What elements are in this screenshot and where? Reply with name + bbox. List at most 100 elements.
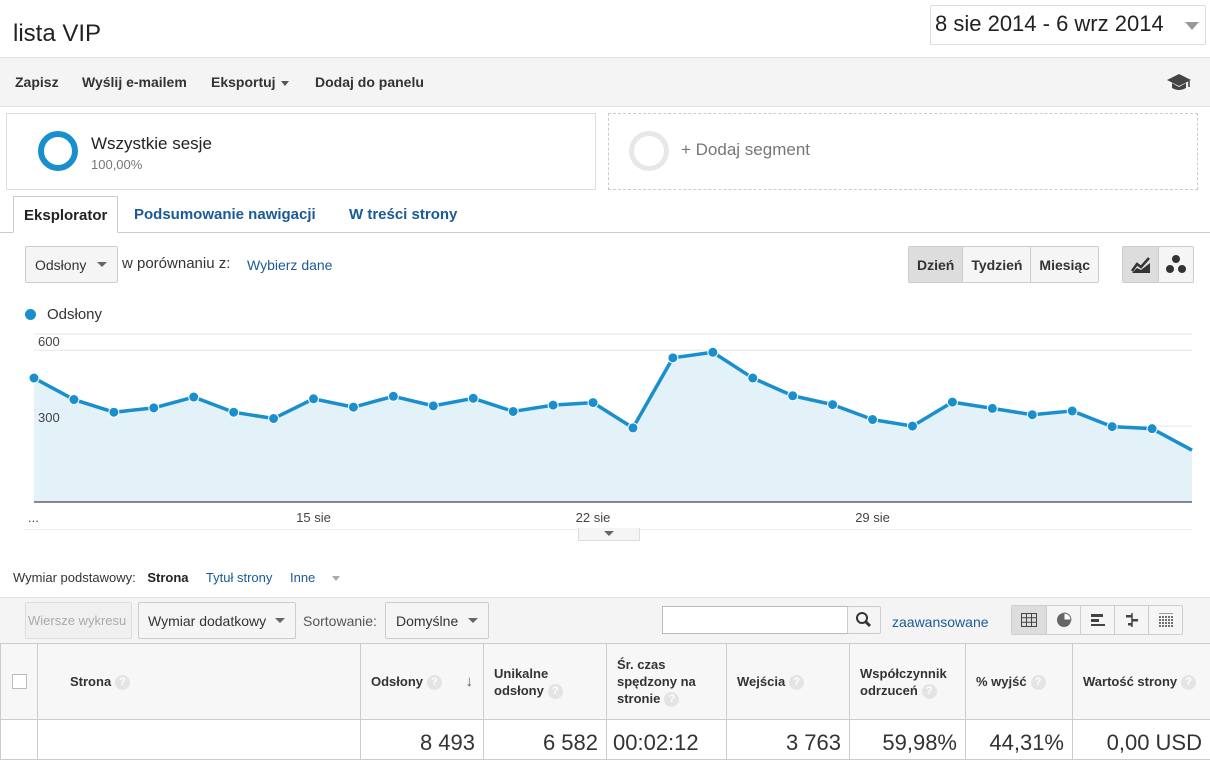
tab-navigation-summary[interactable]: Podsumowanie nawigacji [124, 196, 326, 233]
chevron-down-icon [275, 618, 285, 623]
column-header-entrances[interactable]: Wejścia? [727, 644, 850, 720]
chevron-down-icon [1185, 22, 1199, 30]
search-button[interactable] [847, 606, 881, 634]
dimension-other[interactable]: Inne [290, 570, 354, 585]
export-label: Eksportuj [211, 74, 276, 90]
date-range-picker[interactable]: 8 sie 2014 - 6 wrz 2014 [930, 5, 1206, 45]
period-month-button[interactable]: Miesiąc [1030, 247, 1098, 282]
column-header-page[interactable]: Strona? [38, 644, 361, 720]
dimension-other-label: Inne [290, 570, 315, 585]
data-point [109, 407, 119, 417]
sort-select[interactable]: Domyślne [385, 602, 489, 639]
data-point [588, 398, 598, 408]
data-point [388, 391, 398, 401]
column-header-label: Strona [70, 674, 111, 689]
period-day-button[interactable]: Dzień [909, 247, 962, 282]
chevron-down-icon [97, 262, 107, 267]
column-header-avg-time[interactable]: Śr. czas spędzony na stronie? [607, 644, 727, 720]
comparison-view-icon[interactable] [1114, 606, 1148, 634]
column-header-pageviews[interactable]: Odsłony? ↓ [361, 644, 484, 720]
report-tabs: Eksplorator Podsumowanie nawigacji W tre… [0, 196, 1210, 233]
add-segment-label: + Dodaj segment [681, 140, 810, 160]
period-week-button[interactable]: Tydzień [962, 247, 1030, 282]
data-point [1107, 422, 1117, 432]
data-point [548, 400, 558, 410]
pivot-view-icon[interactable] [1148, 606, 1182, 634]
data-point [348, 402, 358, 412]
compare-label: w porównaniu z: [122, 255, 230, 272]
sort-descending-icon[interactable]: ↓ [466, 673, 474, 690]
choose-data-link[interactable]: Wybierz dane [247, 257, 332, 273]
help-icon[interactable]: ? [115, 675, 130, 690]
grid-view-icon[interactable] [1012, 606, 1046, 634]
column-header-label: Wejścia [737, 674, 785, 689]
line-chart-icon[interactable] [1123, 247, 1158, 282]
help-icon[interactable]: ? [922, 684, 937, 699]
export-button[interactable]: Eksportuj [211, 74, 289, 90]
column-header-label: % wyjść [976, 674, 1027, 689]
secondary-dimension-label: Wymiar dodatkowy [148, 613, 266, 629]
column-header-label: Unikalne odsłony [494, 666, 548, 698]
column-header-bounce-rate[interactable]: Współczynnik odrzuceń? [850, 644, 966, 720]
dimension-page-title[interactable]: Tytuł strony [206, 570, 272, 585]
chevron-down-icon [332, 576, 340, 581]
segment-percentage: 100,00% [91, 157, 142, 172]
help-icon[interactable]: ? [548, 684, 563, 699]
column-header-label: Wartość strony [1083, 674, 1177, 689]
add-to-dashboard-button[interactable]: Dodaj do panelu [315, 74, 424, 90]
select-all-cell [1, 644, 38, 720]
search-icon [848, 607, 880, 633]
x-tick-label: 15 sie [296, 510, 331, 525]
x-tick-label: ... [28, 510, 39, 525]
plot-rows-button[interactable]: Wiersze wykresu [25, 602, 132, 639]
metric-select[interactable]: Odsłony [25, 246, 118, 283]
help-icon[interactable]: ? [1181, 675, 1196, 690]
pie-view-icon[interactable] [1046, 606, 1080, 634]
data-point [1027, 410, 1037, 420]
x-tick-label: 22 sie [576, 510, 611, 525]
advanced-filter-link[interactable]: zaawansowane [892, 614, 989, 630]
x-tick-label: 29 sie [855, 510, 890, 525]
help-icon[interactable]: ? [664, 692, 679, 707]
column-header-unique-pageviews[interactable]: Unikalne odsłony? [484, 644, 607, 720]
column-header-label: Odsłony [371, 674, 423, 689]
sort-select-label: Domyślne [396, 613, 458, 629]
data-point [269, 414, 279, 424]
add-segment-button[interactable]: + Dodaj segment [608, 113, 1198, 190]
help-icon[interactable]: ? [789, 675, 804, 690]
motion-chart-icon[interactable] [1158, 247, 1193, 282]
bar-view-icon[interactable] [1080, 606, 1114, 634]
totals-checkbox-cell [1, 720, 38, 760]
data-point [868, 415, 878, 425]
data-point [708, 347, 718, 357]
data-point [1147, 424, 1157, 434]
column-header-exit-pct[interactable]: % wyjść? [966, 644, 1073, 720]
table-toolbar: Wiersze wykresu Wymiar dodatkowy Sortowa… [0, 597, 1210, 643]
chart-type-toggle [1122, 246, 1194, 283]
dimension-page[interactable]: Strona [147, 570, 188, 585]
help-icon[interactable]: ? [1031, 675, 1046, 690]
data-point [1067, 406, 1077, 416]
report-toolbar: Zapisz Wyślij e-mailem Eksportuj Dodaj d… [0, 57, 1210, 107]
select-all-checkbox[interactable] [12, 674, 27, 689]
segment-all-sessions[interactable]: Wszystkie sesje 100,00% [6, 113, 596, 190]
totals-cell: 8 493 [361, 720, 484, 760]
table-totals-row: 8 493 6 582 00:02:12 3 763 59,98% 44,31%… [1, 720, 1210, 760]
chart-collapse-toggle[interactable] [578, 528, 640, 541]
tab-in-page[interactable]: W treści strony [339, 196, 467, 233]
y-tick-label: 300 [38, 410, 60, 425]
column-header-page-value[interactable]: Wartość strony? [1073, 644, 1210, 720]
secondary-dimension-select[interactable]: Wymiar dodatkowy [138, 602, 296, 639]
totals-cell: 44,31% [966, 720, 1073, 760]
segment-name: Wszystkie sesje [91, 134, 212, 154]
totals-cell: 6 582 [484, 720, 607, 760]
save-button[interactable]: Zapisz [15, 74, 59, 90]
table-search-input[interactable] [662, 606, 848, 634]
column-header-label: Śr. czas spędzony na stronie [617, 657, 696, 706]
email-button[interactable]: Wyślij e-mailem [82, 74, 187, 90]
sort-label: Sortowanie: [303, 613, 377, 629]
graduation-cap-icon[interactable] [1166, 72, 1192, 97]
help-icon[interactable]: ? [427, 675, 442, 690]
tab-explorer[interactable]: Eksplorator [13, 196, 118, 233]
legend-label: Odsłony [47, 306, 102, 323]
